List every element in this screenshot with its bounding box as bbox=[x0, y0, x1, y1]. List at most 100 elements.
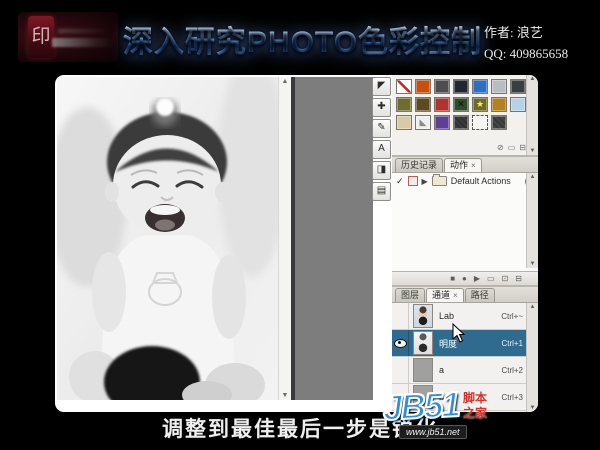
new-action-button[interactable]: ⊡ bbox=[502, 274, 509, 283]
document-window bbox=[57, 77, 278, 400]
channels-tabbar: 图层通道×路径 bbox=[392, 287, 538, 303]
clear-style-button[interactable]: ⊘ bbox=[497, 143, 504, 152]
modal-toggle-icon[interactable] bbox=[408, 176, 418, 186]
author-label: 作者: 浪艺 bbox=[484, 22, 543, 41]
style-swatch[interactable]: ★ bbox=[472, 97, 488, 112]
toolbox: ◤ ✚ ✎ A ◨ ▤ bbox=[371, 75, 392, 275]
jb51-logo: JB51 bbox=[382, 385, 460, 429]
tool-notes-button[interactable]: ◨ bbox=[372, 161, 391, 180]
panels-column: ✕★◣ ⊘▭⊟ ▲ ▼ 历史记录动作× ▸ ✓ ▶ Default Action… bbox=[392, 75, 538, 412]
scroll-down-icon[interactable]: ▼ bbox=[527, 148, 538, 154]
style-swatch[interactable] bbox=[491, 79, 507, 94]
page-title: 深入研究PHOTO色彩控制 bbox=[120, 17, 485, 61]
channel-thumbnail bbox=[413, 358, 433, 382]
channel-thumbnail bbox=[413, 331, 433, 355]
channel-thumbnail bbox=[413, 304, 433, 328]
tab-close-icon[interactable]: × bbox=[471, 161, 476, 170]
item-check-icon[interactable]: ✓ bbox=[396, 177, 404, 186]
style-swatch[interactable] bbox=[472, 79, 488, 94]
style-swatch[interactable] bbox=[510, 97, 526, 112]
styles-panel: ✕★ ◣ ⊘ ▭⊟ ▲ ▼ bbox=[392, 75, 538, 157]
document-scrollbar[interactable]: ▲ ▼ bbox=[278, 77, 292, 400]
folder-icon bbox=[432, 176, 447, 186]
record-button[interactable]: ● bbox=[462, 274, 467, 283]
tool-move-button[interactable]: ◤ bbox=[372, 77, 391, 96]
channels-scrollbar[interactable]: ▲ ▼ bbox=[526, 303, 538, 412]
visibility-toggle[interactable] bbox=[392, 303, 409, 329]
watermark-url: www.jb51.net bbox=[399, 425, 467, 439]
tab-动作[interactable]: 动作× bbox=[444, 158, 482, 172]
channel-name: Lab bbox=[439, 311, 454, 321]
actions-tabbar: 历史记录动作× bbox=[392, 157, 538, 173]
style-swatch[interactable]: ◣ bbox=[415, 115, 431, 130]
site-logo: 印 bbox=[18, 12, 118, 62]
styles-footer: ⊘ ▭⊟ bbox=[497, 143, 526, 152]
styles-grid: ✕★ ◣ bbox=[396, 79, 526, 130]
actions-scrollbar[interactable]: ▲ ▼ bbox=[526, 173, 538, 268]
tab-图层[interactable]: 图层 bbox=[395, 288, 425, 302]
tab-通道[interactable]: 通道× bbox=[426, 288, 464, 302]
seal-icon: 印 bbox=[28, 16, 54, 58]
scroll-up-icon[interactable]: ▲ bbox=[527, 174, 538, 180]
watermark-text-2: 之家 bbox=[463, 404, 487, 421]
actions-footer: ■ ● ▶ ▭ ⊡ ⊟ bbox=[392, 271, 538, 285]
actions-panel: 历史记录动作× ▸ ✓ ▶ Default Actions ■●▶▭⊡⊟ ▲ ▼ bbox=[392, 157, 538, 287]
scroll-up-icon[interactable]: ▲ bbox=[527, 76, 538, 82]
style-swatch[interactable] bbox=[415, 97, 431, 112]
style-swatch[interactable] bbox=[453, 79, 469, 94]
jb51-watermark: JB51 脚本 之家 www.jb51.net bbox=[383, 385, 498, 447]
eye-icon bbox=[394, 339, 407, 348]
tool-type-button[interactable]: A bbox=[372, 140, 391, 159]
style-swatch[interactable] bbox=[396, 97, 412, 112]
style-swatch[interactable] bbox=[510, 79, 526, 94]
tutorial-caption: 调整到最佳最后一步是锐化 bbox=[0, 413, 600, 443]
scroll-down-icon[interactable]: ▼ bbox=[527, 261, 538, 267]
scroll-down-icon[interactable]: ▼ bbox=[527, 405, 538, 411]
style-swatch[interactable] bbox=[396, 79, 412, 94]
tab-路径[interactable]: 路径 bbox=[465, 288, 495, 302]
channel-shortcut: Ctrl+3 bbox=[501, 393, 523, 402]
baby-photo-image bbox=[57, 77, 278, 400]
qq-label: QQ: 409865658 bbox=[484, 46, 568, 62]
channel-shortcut: Ctrl+1 bbox=[501, 339, 523, 348]
action-item-row[interactable]: ✓ ▶ Default Actions bbox=[392, 173, 538, 189]
channel-shortcut: Ctrl+2 bbox=[501, 366, 523, 375]
style-swatch[interactable] bbox=[434, 97, 450, 112]
delete-action-button[interactable]: ⊟ bbox=[515, 274, 522, 283]
canvas-area bbox=[295, 77, 373, 400]
new-style-button[interactable]: ▭ bbox=[508, 143, 516, 152]
channel-row-a[interactable]: a Ctrl+2 bbox=[392, 357, 527, 384]
logo-streak-2 bbox=[58, 29, 108, 33]
tool-heal-button[interactable]: ✚ bbox=[372, 98, 391, 117]
stop-button[interactable]: ■ bbox=[450, 274, 455, 283]
style-swatch[interactable]: ✕ bbox=[453, 97, 469, 112]
expander-icon[interactable]: ▶ bbox=[422, 177, 428, 186]
style-swatch[interactable] bbox=[434, 115, 450, 130]
photoshop-screenshot: ▲ ▼ ◤✚✎A◨▤ ✕★◣ ⊘▭⊟ ▲ ▼ 历史记录动作× ▸ ✓ ▶ Def… bbox=[55, 75, 538, 412]
mouse-cursor-icon bbox=[452, 323, 466, 343]
play-button[interactable]: ▶ bbox=[474, 274, 480, 283]
style-swatch[interactable] bbox=[453, 115, 469, 130]
logo-streak bbox=[52, 38, 114, 47]
scroll-up-icon[interactable]: ▲ bbox=[280, 78, 290, 85]
style-swatch[interactable] bbox=[472, 115, 488, 130]
styles-scrollbar[interactable]: ▲ ▼ bbox=[526, 75, 538, 155]
tool-stamp-button[interactable]: ✎ bbox=[372, 119, 391, 138]
tab-历史记录[interactable]: 历史记录 bbox=[395, 158, 443, 172]
style-swatch[interactable] bbox=[415, 79, 431, 94]
action-set-label: Default Actions bbox=[451, 176, 511, 186]
tool-shape-button[interactable]: ▤ bbox=[372, 182, 391, 201]
tab-close-icon[interactable]: × bbox=[453, 291, 458, 300]
style-swatch[interactable] bbox=[491, 97, 507, 112]
style-swatch[interactable] bbox=[396, 115, 412, 130]
channel-shortcut: Ctrl+~ bbox=[501, 312, 523, 321]
channel-name: a bbox=[439, 365, 444, 375]
scroll-down-icon[interactable]: ▼ bbox=[280, 392, 290, 399]
visibility-toggle[interactable] bbox=[392, 357, 409, 383]
style-swatch[interactable] bbox=[434, 79, 450, 94]
new-set-button[interactable]: ▭ bbox=[487, 274, 495, 283]
style-swatch[interactable] bbox=[491, 115, 507, 130]
delete-style-button[interactable]: ⊟ bbox=[519, 143, 526, 152]
visibility-toggle[interactable] bbox=[392, 330, 409, 356]
scroll-up-icon[interactable]: ▲ bbox=[527, 304, 538, 310]
